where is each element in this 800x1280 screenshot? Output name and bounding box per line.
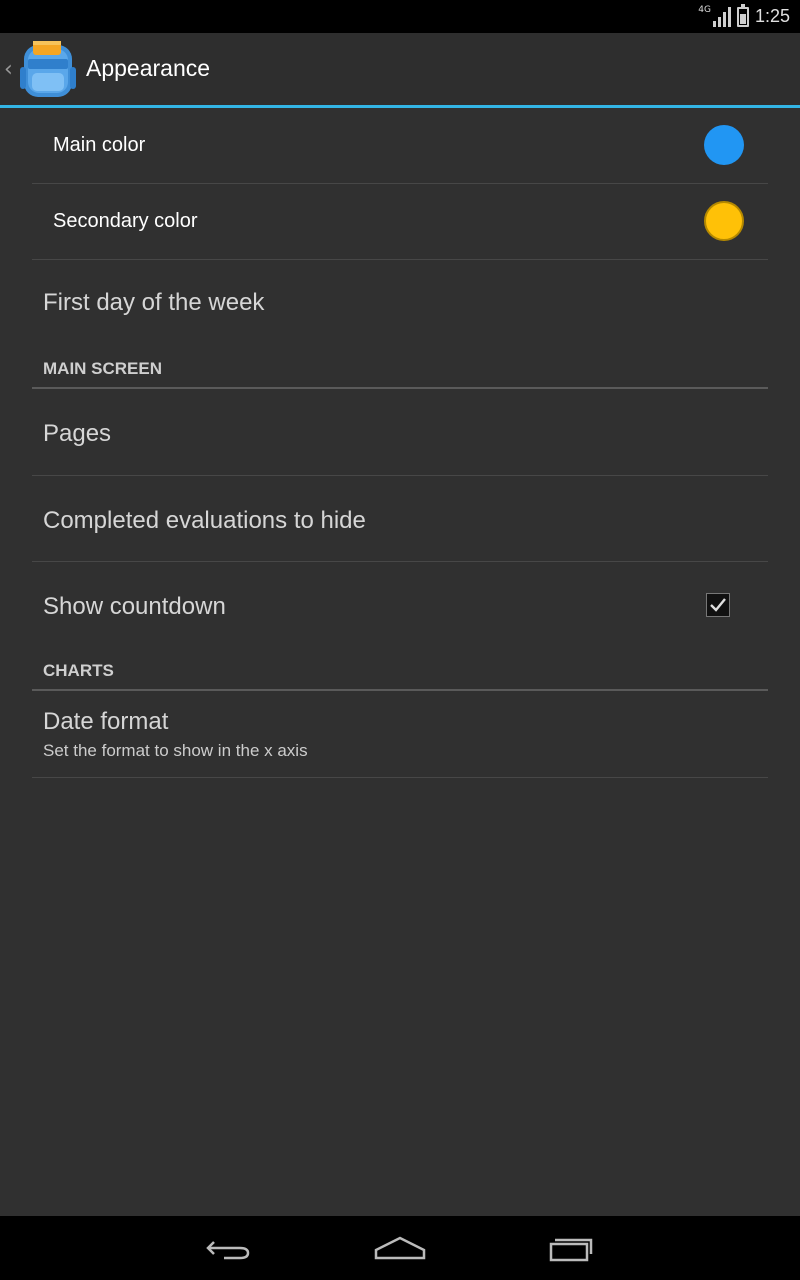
status-bar: 4G 1:25 [0, 0, 800, 33]
date-format-summary: Set the format to show in the x axis [43, 741, 308, 760]
checkmark-icon [710, 598, 726, 612]
first-day-preference[interactable]: First day of the week [32, 260, 768, 346]
charts-category: CHARTS [32, 648, 768, 691]
main-color-label: Main color [53, 134, 146, 156]
date-format-preference[interactable]: Date format Set the format to show in th… [32, 691, 768, 778]
secondary-color-label: Secondary color [53, 210, 198, 232]
home-icon[interactable] [370, 1230, 430, 1266]
date-format-label: Date format [43, 708, 169, 735]
network-type-label: 4G [698, 4, 711, 15]
secondary-color-swatch[interactable] [704, 201, 744, 241]
completed-evaluations-preference[interactable]: Completed evaluations to hide [32, 476, 768, 562]
show-countdown-label: Show countdown [43, 593, 226, 620]
navigation-bar [0, 1216, 800, 1280]
recents-icon[interactable] [541, 1230, 601, 1266]
pages-label: Pages [43, 420, 112, 447]
battery-icon [736, 3, 749, 27]
pages-preference[interactable]: Pages [32, 389, 768, 476]
main-color-swatch[interactable] [704, 125, 744, 165]
main-screen-header: MAIN SCREEN [43, 359, 163, 378]
secondary-color-preference[interactable]: Secondary color [32, 184, 768, 260]
page-title: Appearance [86, 55, 211, 81]
up-navigation-icon[interactable]: ‹ [4, 57, 13, 82]
first-day-label: First day of the week [43, 289, 265, 316]
back-icon[interactable] [200, 1230, 260, 1266]
show-countdown-checkbox[interactable] [706, 593, 730, 617]
completed-evaluations-label: Completed evaluations to hide [43, 507, 366, 534]
status-icons: 4G 1:25 [698, 0, 790, 33]
action-bar: ‹ Appearance [0, 33, 800, 105]
backpack-app-icon[interactable] [16, 39, 80, 101]
main-color-preference[interactable]: Main color [32, 108, 768, 184]
show-countdown-preference[interactable]: Show countdown [32, 562, 768, 648]
main-screen-category: MAIN SCREEN [32, 346, 768, 389]
status-time: 1:25 [754, 6, 790, 26]
charts-header: CHARTS [43, 661, 114, 680]
signal-icon [712, 6, 731, 27]
